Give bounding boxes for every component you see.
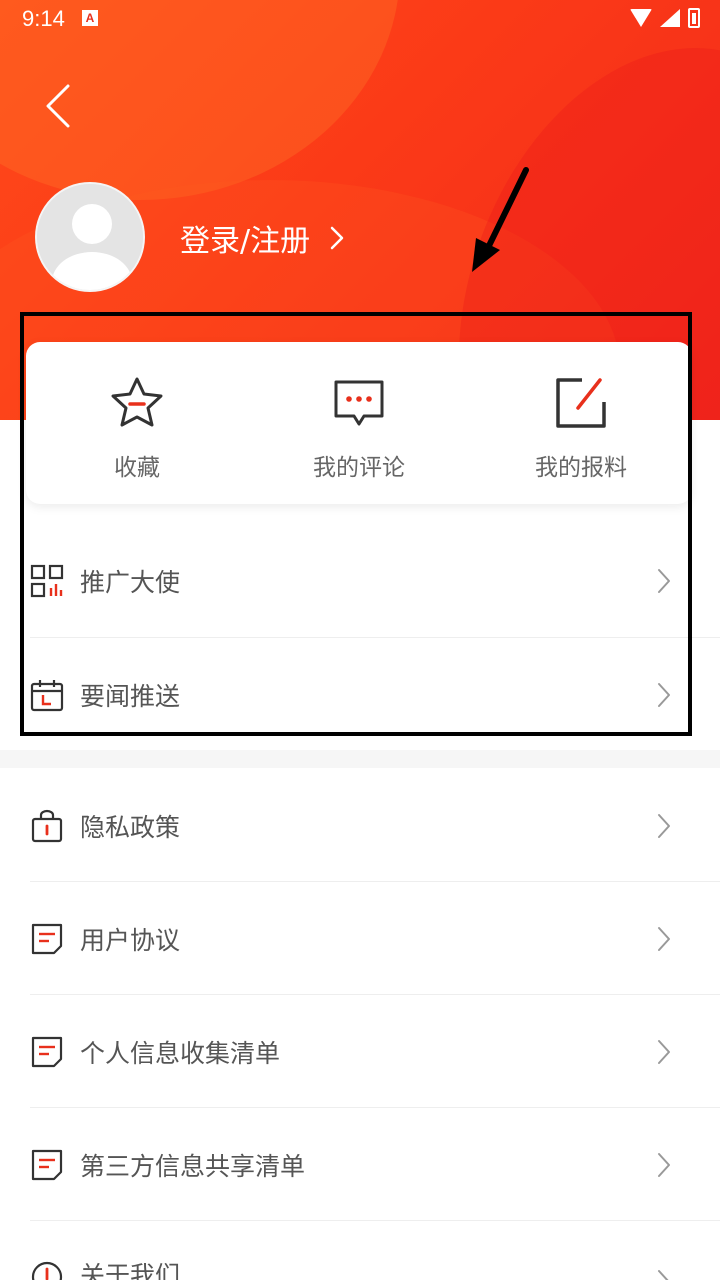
status-bar: 9:14 A xyxy=(0,0,720,38)
status-icons xyxy=(630,8,700,28)
chevron-right-icon xyxy=(656,1151,672,1179)
chevron-right-icon xyxy=(656,1268,672,1280)
menu-item-about-us[interactable]: 关于我们 xyxy=(30,1221,690,1280)
document-icon xyxy=(30,1148,64,1182)
document-icon xyxy=(30,922,64,956)
back-button[interactable] xyxy=(40,82,84,130)
menu-item-label: 隐私政策 xyxy=(80,812,181,842)
chevron-right-icon xyxy=(656,925,672,953)
app-notification-icon: A xyxy=(82,10,98,26)
menu-item-label: 用户协议 xyxy=(80,925,181,955)
document-icon xyxy=(30,1035,64,1069)
avatar[interactable] xyxy=(35,182,145,292)
section-separator xyxy=(0,750,720,768)
annotation-arrow-icon xyxy=(472,167,529,272)
chevron-right-icon xyxy=(328,225,346,251)
chevron-right-icon xyxy=(656,1038,672,1066)
menu-item-privacy-policy[interactable]: 隐私政策 xyxy=(30,769,690,882)
wifi-icon xyxy=(630,9,652,27)
menu-item-label: 个人信息收集清单 xyxy=(80,1038,281,1068)
login-register-label: 登录/注册 xyxy=(180,224,311,259)
default-user-icon xyxy=(37,184,143,290)
battery-icon xyxy=(688,8,700,28)
menu-item-third-party-sharing-list[interactable]: 第三方信息共享清单 xyxy=(30,1108,690,1221)
signal-icon xyxy=(660,9,680,27)
menu-item-label: 关于我们 xyxy=(80,1261,181,1280)
login-register-link[interactable]: 登录/注册 xyxy=(180,216,346,260)
menu-item-label: 第三方信息共享清单 xyxy=(80,1151,306,1181)
annotation-highlight-box xyxy=(20,312,692,736)
chevron-left-icon xyxy=(46,84,70,128)
chevron-right-icon xyxy=(656,812,672,840)
menu-item-personal-info-list[interactable]: 个人信息收集清单 xyxy=(30,995,690,1108)
lock-icon xyxy=(30,809,64,843)
info-icon xyxy=(30,1260,64,1280)
status-time: 9:14 xyxy=(22,6,65,31)
menu-item-user-agreement[interactable]: 用户协议 xyxy=(30,882,690,995)
